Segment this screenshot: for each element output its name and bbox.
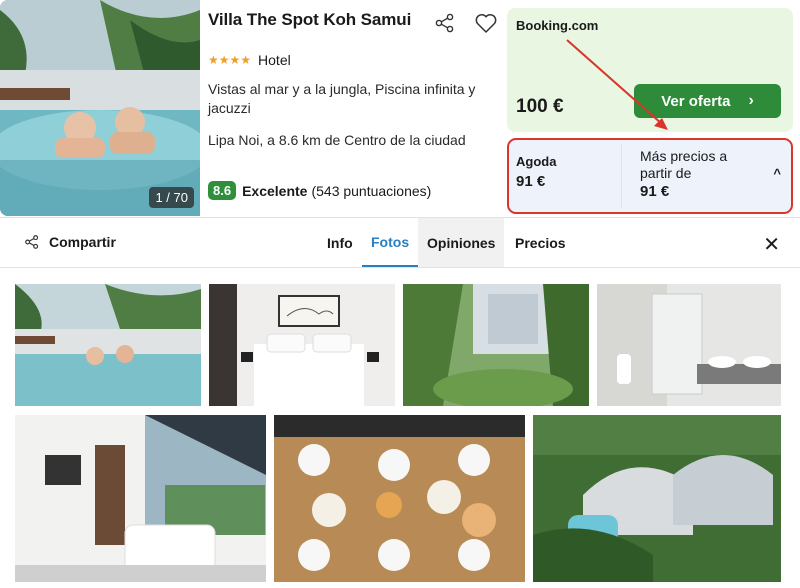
hotel-header: 1 / 70 Villa The Spot Koh Samui ★★★★ Hot…	[0, 0, 800, 218]
share-icon[interactable]	[434, 12, 458, 36]
hotel-location: Lipa Noi, a 8.6 km de Centro de la ciuda…	[208, 132, 466, 148]
chevron-right-icon: ›	[748, 92, 754, 109]
tab-info[interactable]: Info	[318, 218, 362, 267]
star-rating: ★★★★	[208, 53, 252, 67]
rating-badge: 8.6	[208, 181, 237, 200]
hotel-category: ★★★★ Hotel	[208, 52, 291, 68]
heart-icon[interactable]	[474, 12, 498, 36]
share-button[interactable]: Compartir	[24, 234, 116, 250]
gallery-photo-garden[interactable]	[403, 284, 589, 406]
alt-provider: Agoda	[516, 154, 557, 169]
best-deal-box: Booking.com 100 € Ver oferta ›	[507, 8, 793, 132]
rating-label: Excelente	[242, 182, 308, 199]
gallery-photo-living-room[interactable]	[15, 415, 266, 582]
chevron-up-icon[interactable]: ^	[773, 166, 781, 181]
alt-provider-price: 91 €	[516, 173, 546, 190]
more-prices-label: Más precios a partir de	[640, 148, 728, 181]
more-prices-price: 91 €	[640, 183, 670, 200]
share-icon	[25, 235, 39, 249]
gallery-photo-dining[interactable]	[274, 415, 525, 582]
hero-photo[interactable]: 1 / 70	[0, 0, 200, 216]
more-prices-box[interactable]: Agoda 91 € Más precios a partir de 91 € …	[507, 138, 793, 214]
gallery-photo-bathroom[interactable]	[597, 284, 781, 406]
tab-opiniones[interactable]: Opiniones	[418, 218, 505, 267]
gallery-photo-jacuzzi[interactable]	[15, 284, 201, 406]
photo-counter: 1 / 70	[149, 187, 194, 208]
share-label: Compartir	[49, 234, 116, 250]
hotel-type: Hotel	[258, 52, 291, 68]
view-deal-button[interactable]: Ver oferta ›	[634, 84, 781, 118]
deal-provider: Booking.com	[516, 18, 599, 33]
tab-fotos[interactable]: Fotos	[362, 218, 419, 267]
rating-summary[interactable]: 8.6 Excelente (543 puntuaciones)	[208, 181, 431, 200]
tab-bar: Compartir Info Fotos Opiniones Precios ✕	[0, 218, 800, 268]
view-deal-label: Ver oferta	[661, 92, 731, 110]
gallery-photo-bedroom[interactable]	[209, 284, 395, 406]
divider	[621, 144, 622, 208]
rating-count: (543 puntuaciones)	[311, 182, 432, 199]
hotel-description: Vistas al mar y a la jungla, Piscina inf…	[208, 81, 476, 116]
gallery-photo-aerial[interactable]	[533, 415, 781, 582]
tab-precios[interactable]: Precios	[506, 218, 575, 267]
deal-price: 100 €	[516, 96, 564, 117]
close-icon[interactable]: ✕	[763, 232, 780, 257]
